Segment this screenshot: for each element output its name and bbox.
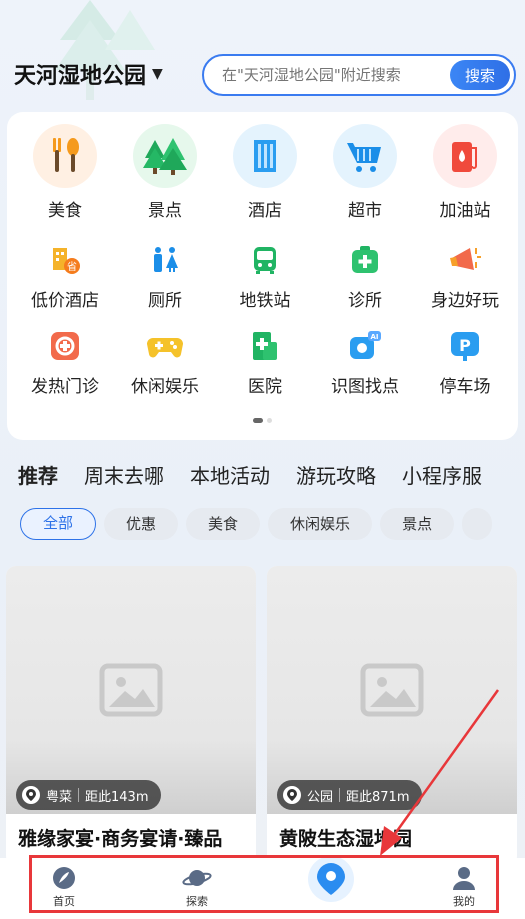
trees-icon (133, 124, 197, 188)
location-pin-icon (22, 786, 40, 804)
category-label: 酒店 (248, 201, 282, 221)
category-label: 身边好玩 (431, 291, 499, 311)
fuel-icon (433, 124, 497, 188)
category-image-search[interactable]: AI 识图找点 (315, 328, 415, 397)
metro-icon (247, 242, 283, 278)
category-label: 加油站 (439, 201, 491, 221)
highlight-frame (29, 855, 499, 913)
category-label: 休闲娱乐 (131, 377, 199, 397)
location-selector[interactable]: 天河湿地公园 ▼ (14, 58, 163, 90)
clinic-icon (347, 242, 383, 278)
chip-all[interactable]: 全部 (20, 508, 97, 540)
budget-hotel-icon: 省 (47, 242, 83, 278)
ai-camera-icon: AI (347, 328, 383, 364)
place-card[interactable]: 公园 距此871m 黄陂生态湿地园 (267, 566, 517, 866)
page-indicator (253, 418, 272, 423)
gamepad-icon (147, 328, 183, 364)
category-supermarket[interactable]: 超市 (315, 124, 415, 221)
search-button[interactable]: 搜索 (450, 60, 510, 90)
card-tag: 公园 距此871m (277, 780, 422, 810)
category-grid: 美食 景点 酒店 超市 加油站 省 低价酒店 厕所 地铁站 诊所 身边好玩 发热… (7, 112, 518, 440)
fever-clinic-icon (47, 328, 83, 364)
card-tag: 粤菜 距此143m (16, 780, 161, 810)
chip-attractions[interactable]: 景点 (380, 508, 455, 540)
chip-leisure[interactable]: 休闲娱乐 (268, 508, 373, 540)
category-label: 地铁站 (239, 291, 291, 311)
place-card[interactable]: 粤菜 距此143m 雅缘家宴·商务宴请·臻品 (6, 566, 256, 866)
svg-text:P: P (459, 336, 471, 355)
location-pin-icon (283, 786, 301, 804)
category-hospital[interactable]: 医院 (215, 328, 315, 397)
page-dot-active (253, 418, 263, 423)
category-gas-station[interactable]: 加油站 (415, 124, 515, 221)
card-title: 雅缘家宴·商务宴请·臻品 (18, 828, 223, 850)
category-label: 识图找点 (331, 377, 399, 397)
category-toilet[interactable]: 厕所 (115, 242, 215, 311)
cart-icon (333, 124, 397, 188)
card-image-placeholder (267, 566, 517, 814)
divider (78, 788, 80, 802)
megaphone-icon (447, 242, 483, 278)
category-label: 医院 (248, 377, 282, 397)
search-input[interactable] (222, 66, 442, 84)
category-attractions[interactable]: 景点 (115, 124, 215, 221)
category-budget-hotel[interactable]: 省 低价酒店 (15, 242, 115, 311)
image-placeholder-icon (99, 663, 163, 717)
category-label: 美食 (48, 201, 82, 221)
tab-mini-programs[interactable]: 小程序服 (402, 460, 482, 500)
category-leisure[interactable]: 休闲娱乐 (115, 328, 215, 397)
card-category: 粤菜 (46, 789, 73, 805)
category-label: 停车场 (439, 377, 491, 397)
category-label: 发热门诊 (31, 377, 99, 397)
tab-local-events[interactable]: 本地活动 (190, 460, 270, 500)
category-food[interactable]: 美食 (15, 124, 115, 221)
category-label: 超市 (348, 201, 382, 221)
image-placeholder-icon (360, 663, 424, 717)
parking-icon: P (447, 328, 483, 364)
category-fever-clinic[interactable]: 发热门诊 (15, 328, 115, 397)
search-box[interactable]: 搜索 (202, 54, 516, 96)
card-distance: 距此143m (85, 789, 149, 805)
svg-text:省: 省 (67, 260, 77, 273)
toilet-icon (147, 242, 183, 278)
category-parking[interactable]: P 停车场 (415, 328, 515, 397)
category-label: 诊所 (348, 291, 382, 311)
category-clinic[interactable]: 诊所 (315, 242, 415, 311)
category-metro[interactable]: 地铁站 (215, 242, 315, 311)
card-distance: 距此871m (346, 789, 410, 805)
tab-travel-guides[interactable]: 游玩攻略 (296, 460, 376, 500)
card-category: 公园 (307, 789, 334, 805)
header: 天河湿地公园 ▼ 搜索 (0, 52, 525, 96)
card-title: 黄陂生态湿地园 (279, 828, 413, 850)
location-name: 天河湿地公园 (14, 64, 147, 89)
tab-recommend[interactable]: 推荐 (18, 460, 58, 500)
svg-text:AI: AI (370, 333, 378, 341)
category-label: 景点 (148, 201, 182, 221)
category-label: 低价酒店 (31, 291, 99, 311)
chip-food[interactable]: 美食 (186, 508, 261, 540)
category-hotel[interactable]: 酒店 (215, 124, 315, 221)
card-image-placeholder (6, 566, 256, 814)
category-nearby-fun[interactable]: 身边好玩 (415, 242, 515, 311)
chip-more[interactable] (462, 508, 493, 540)
feed-tabs: 推荐 周末去哪 本地活动 游玩攻略 小程序服 (18, 460, 525, 500)
filter-chips: 全部 优惠 美食 休闲娱乐 景点 (20, 508, 525, 542)
hospital-icon (247, 328, 283, 364)
page-dot (267, 418, 272, 423)
chip-deals[interactable]: 优惠 (104, 508, 179, 540)
tab-weekend[interactable]: 周末去哪 (84, 460, 164, 500)
building-icon (233, 124, 297, 188)
chevron-down-icon: ▼ (152, 66, 163, 82)
divider (339, 788, 341, 802)
food-icon (33, 124, 97, 188)
category-label: 厕所 (148, 291, 182, 311)
